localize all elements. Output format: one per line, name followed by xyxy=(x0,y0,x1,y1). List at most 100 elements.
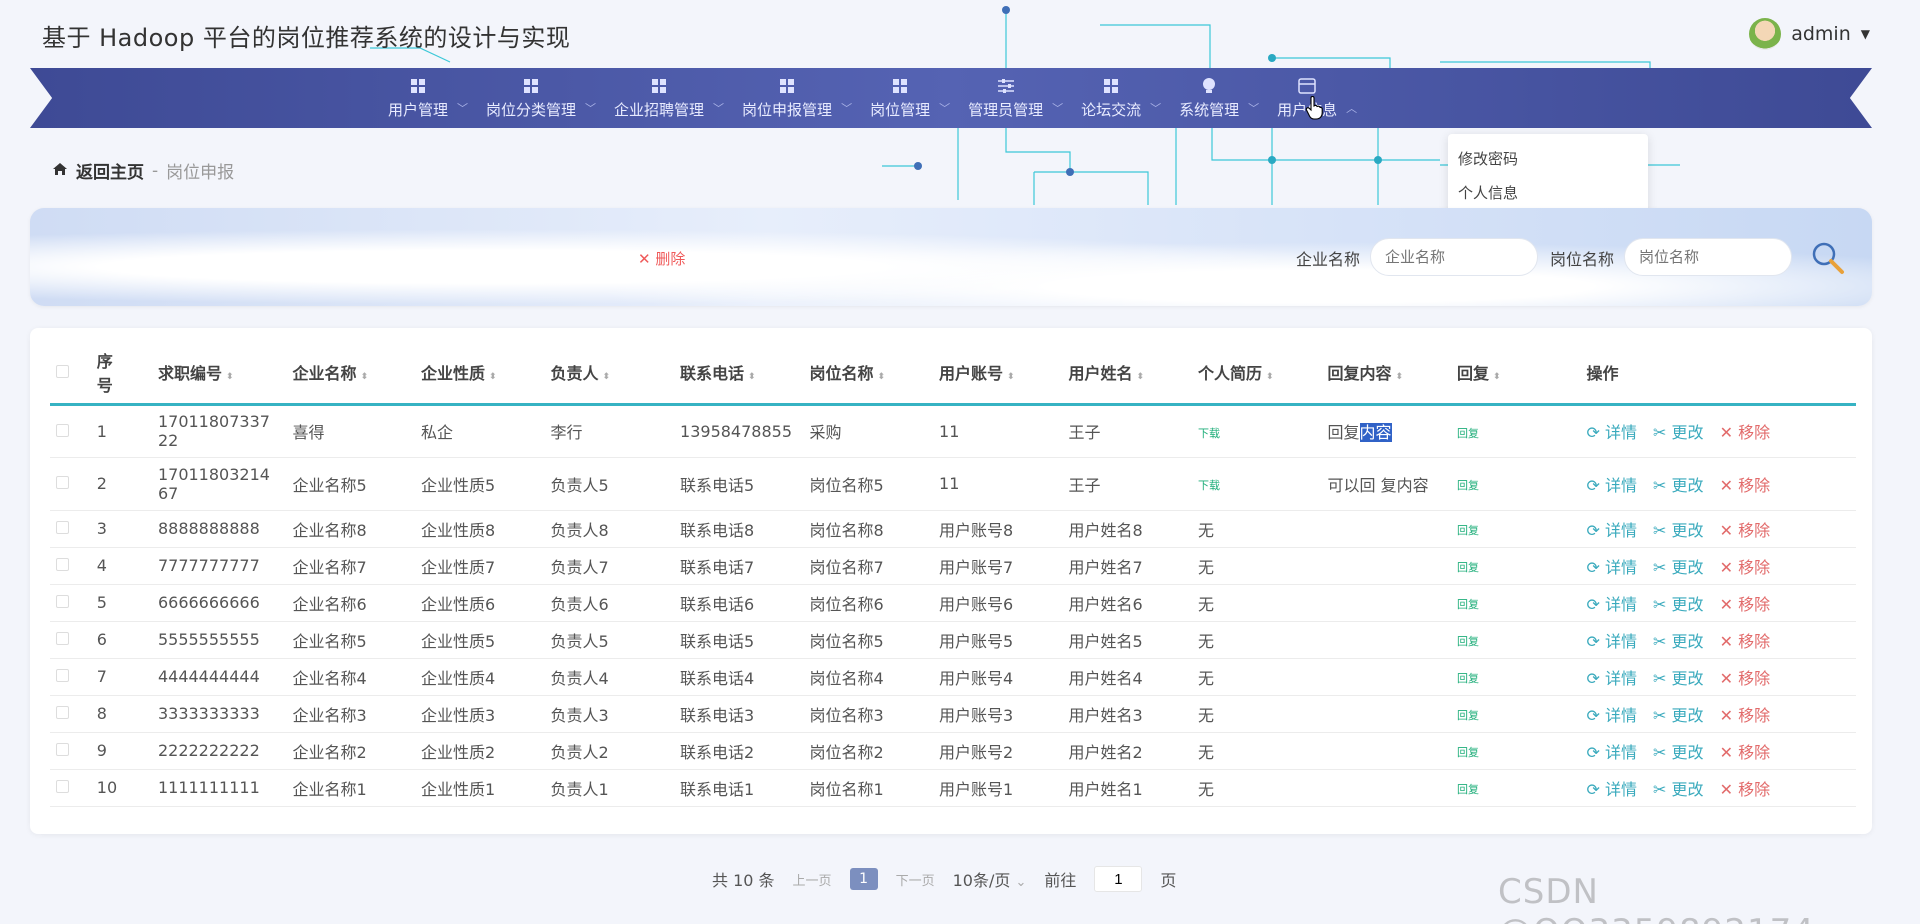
sort-icon[interactable]: ⬍ xyxy=(878,372,886,382)
username: admin xyxy=(1791,23,1851,45)
pager-size-select[interactable]: 10条/页 ⌄ xyxy=(953,867,1027,891)
sort-icon[interactable]: ⬍ xyxy=(603,372,611,382)
row-checkbox[interactable] xyxy=(56,743,69,756)
search-icon[interactable] xyxy=(1810,240,1846,280)
reply-link[interactable]: 回复 xyxy=(1457,635,1479,648)
nav-item-2[interactable]: 企业招聘管理 ﹀ xyxy=(596,68,724,128)
row-checkbox[interactable] xyxy=(56,632,69,645)
nav-item-4[interactable]: 岗位管理 ﹀ xyxy=(852,68,950,128)
pager-current-page[interactable]: 1 xyxy=(849,868,878,890)
sort-icon[interactable]: ⬍ xyxy=(1007,372,1015,382)
remove-button[interactable]: ✕ 移除 xyxy=(1720,743,1771,762)
delete-button[interactable]: ✕ 删除 xyxy=(638,248,685,269)
sort-icon[interactable]: ⬍ xyxy=(1396,372,1404,382)
remove-button[interactable]: ✕ 移除 xyxy=(1720,521,1771,540)
reply-link[interactable]: 回复 xyxy=(1457,709,1479,722)
sort-icon[interactable]: ⬍ xyxy=(361,372,369,382)
detail-button[interactable]: ⟳ 详情 xyxy=(1587,669,1638,688)
pager-prev-button[interactable]: 上一页 xyxy=(793,870,832,889)
column-header-4[interactable]: 负责人 ⬍ xyxy=(544,342,675,406)
row-checkbox[interactable] xyxy=(56,521,69,534)
nav-item-1[interactable]: 岗位分类管理 ﹀ xyxy=(468,68,596,128)
edit-button[interactable]: ✂ 更改 xyxy=(1653,780,1704,799)
column-header-1[interactable]: 求职编号 ⬍ xyxy=(151,342,287,406)
nav-item-5[interactable]: 管理员管理 ﹀ xyxy=(950,68,1063,128)
table-header-row: 序号求职编号 ⬍ 企业名称 ⬍ 企业性质 ⬍ 负责人 ⬍ 联系电话 ⬍ 岗位名称 ⬍ 用户账号 ⬍ 用户姓名… xyxy=(50,342,1856,406)
detail-button[interactable]: ⟳ 详情 xyxy=(1587,423,1638,442)
detail-button[interactable]: ⟳ 详情 xyxy=(1587,595,1638,614)
user-menu[interactable]: admin ▼ xyxy=(1749,18,1870,50)
reply-link[interactable]: 回复 xyxy=(1457,783,1479,796)
reply-link[interactable]: 回复 xyxy=(1457,524,1479,537)
nav-item-3[interactable]: 岗位申报管理 ﹀ xyxy=(724,68,852,128)
reply-link[interactable]: 回复 xyxy=(1457,746,1479,759)
edit-button[interactable]: ✂ 更改 xyxy=(1653,632,1704,651)
column-header-2[interactable]: 企业名称 ⬍ xyxy=(286,342,416,406)
detail-button[interactable]: ⟳ 详情 xyxy=(1587,632,1638,651)
pager-next-button[interactable]: 下一页 xyxy=(896,870,935,889)
detail-button[interactable]: ⟳ 详情 xyxy=(1587,558,1638,577)
remove-button[interactable]: ✕ 移除 xyxy=(1720,595,1771,614)
edit-button[interactable]: ✂ 更改 xyxy=(1653,706,1704,725)
resume-download-link[interactable]: 下载 xyxy=(1198,479,1220,492)
detail-button[interactable]: ⟳ 详情 xyxy=(1587,476,1638,495)
dropdown-item-change-password[interactable]: 修改密码 xyxy=(1458,142,1638,176)
edit-button[interactable]: ✂ 更改 xyxy=(1653,595,1704,614)
reply-link[interactable]: 回复 xyxy=(1457,672,1479,685)
detail-button[interactable]: ⟳ 详情 xyxy=(1587,780,1638,799)
column-header-11[interactable]: 回复 ⬍ xyxy=(1451,342,1581,406)
edit-button[interactable]: ✂ 更改 xyxy=(1653,669,1704,688)
row-checkbox[interactable] xyxy=(56,706,69,719)
column-header-5[interactable]: 联系电话 ⬍ xyxy=(674,342,804,406)
select-all-checkbox[interactable] xyxy=(56,364,69,378)
column-header-10[interactable]: 回复内容 ⬍ xyxy=(1321,342,1452,406)
post-search-input[interactable] xyxy=(1624,238,1792,276)
row-checkbox[interactable] xyxy=(56,423,69,437)
remove-button[interactable]: ✕ 移除 xyxy=(1720,669,1771,688)
cell-reply-action: 回复 xyxy=(1451,695,1581,733)
row-checkbox[interactable] xyxy=(56,669,69,682)
row-checkbox[interactable] xyxy=(56,780,69,793)
sort-icon[interactable]: ⬍ xyxy=(1493,372,1501,382)
sort-icon[interactable]: ⬍ xyxy=(226,372,234,382)
dropdown-item-profile[interactable]: 个人信息 xyxy=(1458,176,1638,210)
detail-button[interactable]: ⟳ 详情 xyxy=(1587,521,1638,540)
column-header-6[interactable]: 岗位名称 ⬍ xyxy=(803,342,934,406)
pager-goto-input[interactable] xyxy=(1094,866,1143,892)
detail-button[interactable]: ⟳ 详情 xyxy=(1587,706,1638,725)
reply-link[interactable]: 回复 xyxy=(1457,479,1479,492)
edit-button[interactable]: ✂ 更改 xyxy=(1653,743,1704,762)
company-search-input[interactable] xyxy=(1370,238,1538,276)
remove-button[interactable]: ✕ 移除 xyxy=(1720,632,1771,651)
row-checkbox[interactable] xyxy=(56,476,69,489)
remove-button[interactable]: ✕ 移除 xyxy=(1720,706,1771,725)
resume-download-link[interactable]: 下载 xyxy=(1198,427,1220,440)
remove-button[interactable]: ✕ 移除 xyxy=(1720,423,1771,442)
sort-icon[interactable]: ⬍ xyxy=(1266,372,1274,382)
reply-link[interactable]: 回复 xyxy=(1457,427,1479,440)
sort-icon[interactable]: ⬍ xyxy=(489,372,497,382)
reply-link[interactable]: 回复 xyxy=(1457,561,1479,574)
row-checkbox[interactable] xyxy=(56,558,69,571)
sort-icon[interactable]: ⬍ xyxy=(1137,372,1145,382)
edit-button[interactable]: ✂ 更改 xyxy=(1653,558,1704,577)
nav-item-0[interactable]: 用户管理 ﹀ xyxy=(370,68,468,128)
nav-item-7[interactable]: 系统管理 ﹀ xyxy=(1161,68,1259,128)
column-header-8[interactable]: 用户姓名 ⬍ xyxy=(1062,342,1193,406)
column-header-9[interactable]: 个人简历 ⬍ xyxy=(1192,342,1322,406)
remove-button[interactable]: ✕ 移除 xyxy=(1720,780,1771,799)
edit-button[interactable]: ✂ 更改 xyxy=(1653,521,1704,540)
nav-item-label: 用户管理 xyxy=(388,100,449,119)
column-header-3[interactable]: 企业性质 ⬍ xyxy=(415,342,545,406)
edit-button[interactable]: ✂ 更改 xyxy=(1653,476,1704,495)
edit-button[interactable]: ✂ 更改 xyxy=(1653,423,1704,442)
detail-button[interactable]: ⟳ 详情 xyxy=(1587,743,1638,762)
nav-item-6[interactable]: 论坛交流 ﹀ xyxy=(1063,68,1161,128)
breadcrumb-home-link[interactable]: 返回主页 xyxy=(76,158,144,183)
remove-button[interactable]: ✕ 移除 xyxy=(1720,558,1771,577)
column-header-7[interactable]: 用户账号 ⬍ xyxy=(933,342,1063,406)
row-checkbox[interactable] xyxy=(56,595,69,608)
reply-link[interactable]: 回复 xyxy=(1457,598,1479,611)
sort-icon[interactable]: ⬍ xyxy=(748,372,756,382)
remove-button[interactable]: ✕ 移除 xyxy=(1720,476,1771,495)
